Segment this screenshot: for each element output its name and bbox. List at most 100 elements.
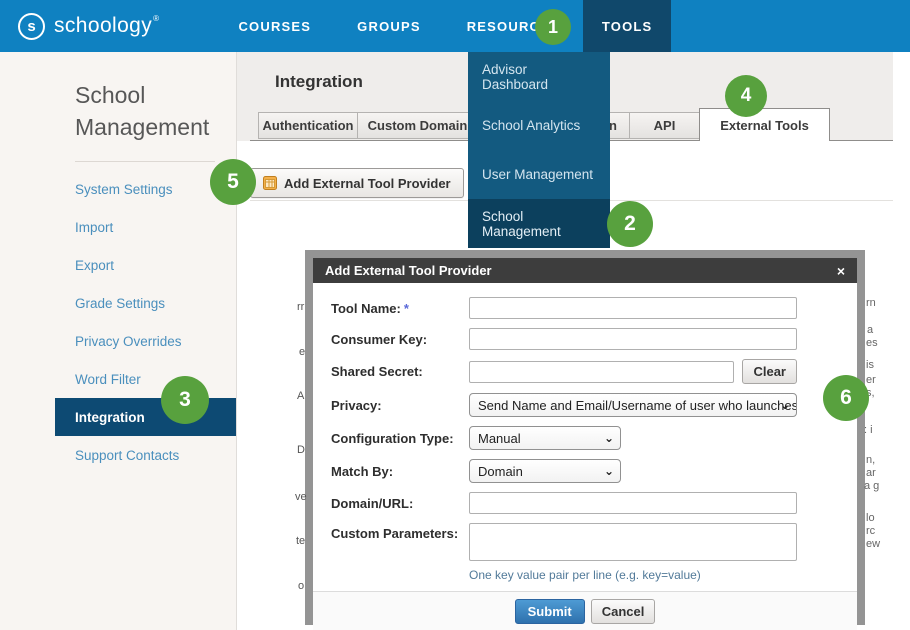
bg-text-fragment: a g [864,480,879,492]
registered-mark: ® [153,14,159,23]
bg-text-fragment: rn [866,297,876,309]
menu-item-school-management[interactable]: School Management [468,199,610,248]
modal-footer: Submit Cancel [313,591,857,630]
bg-text-fragment: ew [866,538,880,550]
step-badge-1: 1 [535,9,571,45]
privacy-label: Privacy: [331,398,469,413]
bg-text-fragment: rr [297,301,304,313]
submit-button[interactable]: Submit [515,599,585,624]
menu-item-school-analytics[interactable]: School Analytics [468,101,610,150]
sidebar-item-integration[interactable]: Integration [55,398,236,436]
required-asterisk: * [404,301,409,316]
nav-links: COURSES GROUPS RESOURCES TOOLS [215,0,671,52]
shared-secret-input[interactable] [469,361,734,383]
shared-secret-controls: Clear [469,359,797,384]
tools-dropdown-menu: Advisor Dashboard School Analytics User … [468,52,610,248]
bg-text-fragment: D [297,444,305,456]
bg-text-fragment: ar [866,467,876,479]
configuration-type-label: Configuration Type: [331,431,469,446]
shared-secret-label: Shared Secret: [331,364,469,379]
bg-text-fragment: is [866,359,874,371]
custom-parameters-textarea[interactable] [469,523,797,561]
custom-parameters-helper-text: One key value pair per line (e.g. key=va… [469,568,797,582]
privacy-select-value: Send Name and Email/Username of user who… [478,398,797,413]
bg-text-fragment: A [297,390,304,402]
sidebar-item-privacy-overrides[interactable]: Privacy Overrides [55,322,236,360]
form-row-consumer-key: Consumer Key: [331,328,797,350]
nav-item-courses[interactable]: COURSES [215,0,334,52]
consumer-key-label: Consumer Key: [331,332,469,347]
tab-api[interactable]: API [629,112,700,139]
step-badge-5: 5 [210,159,256,205]
sidebar-item-word-filter[interactable]: Word Filter [55,360,236,398]
match-by-value: Domain [478,464,523,479]
consumer-key-input[interactable] [469,328,797,350]
chevron-down-icon: ⌄ [604,464,614,478]
form-row-configuration-type: Configuration Type: Manual ⌄ [331,426,797,450]
form-row-helper: One key value pair per line (e.g. key=va… [331,570,797,582]
privacy-select[interactable]: Send Name and Email/Username of user who… [469,393,797,417]
sidebar-item-grade-settings[interactable]: Grade Settings [55,284,236,322]
bg-text-fragment: n, [866,454,875,466]
configuration-type-value: Manual [478,431,521,446]
form-row-custom-parameters: Custom Parameters: [331,523,797,561]
configuration-type-select[interactable]: Manual ⌄ [469,426,621,450]
form-row-domain-url: Domain/URL: [331,492,797,514]
modal-title: Add External Tool Provider [325,263,492,278]
clear-button[interactable]: Clear [742,359,797,384]
match-by-select[interactable]: Domain ⌄ [469,459,621,483]
add-button-label: Add External Tool Provider [284,176,451,191]
form-row-privacy: Privacy: Send Name and Email/Username of… [331,393,797,417]
step-badge-6: 6 [823,375,869,421]
match-by-label: Match By: [331,464,469,479]
step-badge-3: 3 [161,376,209,424]
chevron-down-icon: ⌄ [780,398,790,412]
domain-url-label: Domain/URL: [331,496,469,511]
modal-overlay-frame: Add External Tool Provider × Tool Name:*… [305,250,865,625]
form-row-tool-name: Tool Name:* [331,297,797,319]
brand-name: schoology® [54,14,159,38]
schoology-logo[interactable]: s schoology® [0,13,159,40]
sidebar-divider [75,161,215,162]
bg-text-fragment: er [866,374,876,386]
tab-external-tools[interactable]: External Tools [699,108,830,141]
bg-text-fragment: te [296,535,305,547]
add-external-tool-provider-button[interactable]: Add External Tool Provider [250,168,464,198]
bg-text-fragment: rc [866,525,875,537]
modal-body: Tool Name:* Consumer Key: Shared Secret:… [313,283,857,591]
nav-item-groups[interactable]: GROUPS [334,0,444,52]
sidebar-nav: System Settings Import Export Grade Sett… [0,170,236,474]
bg-text-fragment: : i [864,424,873,436]
bg-text-fragment: es [866,337,878,349]
menu-item-advisor-dashboard[interactable]: Advisor Dashboard [468,52,610,101]
nav-item-tools[interactable]: TOOLS [583,0,672,52]
bg-text-fragment: a [867,324,873,336]
tool-name-label: Tool Name:* [331,301,469,316]
close-icon[interactable]: × [837,264,845,278]
cancel-button[interactable]: Cancel [591,599,656,624]
schoology-s-icon: s [18,13,45,40]
tool-name-input[interactable] [469,297,797,319]
modal-header: Add External Tool Provider × [313,258,857,283]
step-badge-4: 4 [725,75,767,117]
menu-item-user-management[interactable]: User Management [468,150,610,199]
sidebar-item-import[interactable]: Import [55,208,236,246]
step-badge-2: 2 [607,201,653,247]
add-tool-icon [263,176,277,190]
custom-parameters-label: Custom Parameters: [331,523,469,541]
sidebar-item-export[interactable]: Export [55,246,236,284]
sidebar-item-system-settings[interactable]: System Settings [55,170,236,208]
bg-text-fragment: lo [866,512,875,524]
tab-authentication[interactable]: Authentication [258,112,358,139]
bg-text-fragment: o [298,580,304,592]
form-row-shared-secret: Shared Secret: Clear [331,359,797,384]
domain-url-input[interactable] [469,492,797,514]
sidebar-item-support-contacts[interactable]: Support Contacts [55,436,236,474]
top-nav: s schoology® COURSES GROUPS RESOURCES TO… [0,0,910,52]
sidebar: School Management System Settings Import… [0,52,237,630]
chevron-down-icon: ⌄ [604,431,614,445]
tab-custom-domain[interactable]: Custom Domain [357,112,478,139]
sidebar-title: School Management [75,80,225,143]
form-row-match-by: Match By: Domain ⌄ [331,459,797,483]
page-title: Integration [275,72,363,92]
